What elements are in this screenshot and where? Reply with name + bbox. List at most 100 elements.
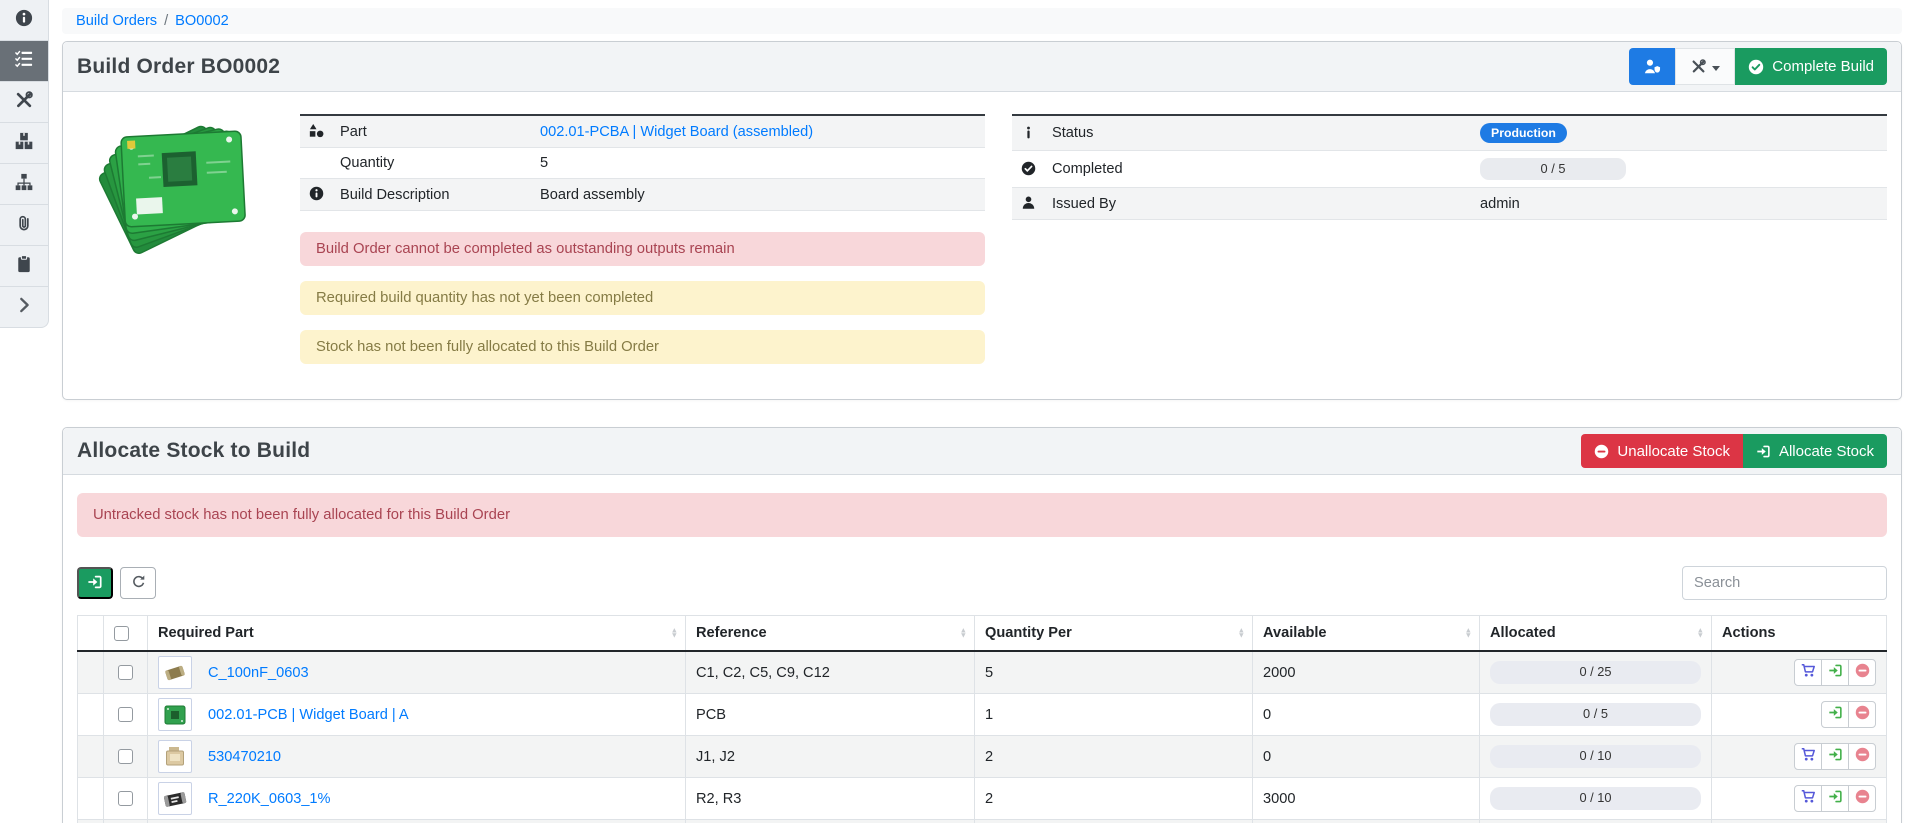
column-label: Reference bbox=[696, 625, 767, 641]
paperclip-icon bbox=[15, 214, 33, 237]
table-row: R_10R_0402_1%R1, R4200 / 10 bbox=[78, 820, 1887, 823]
sidebar-item-allocate-stock[interactable] bbox=[0, 41, 49, 82]
sidebar-item-pending-items[interactable] bbox=[0, 82, 49, 123]
info-circle-icon bbox=[309, 187, 324, 203]
buy-stock-button[interactable] bbox=[1794, 785, 1822, 812]
breadcrumb-link[interactable]: BO0002 bbox=[175, 13, 229, 29]
remove-line-button[interactable] bbox=[1848, 659, 1876, 686]
row-index-header bbox=[78, 616, 104, 652]
sidebar-expand-button[interactable] bbox=[0, 287, 49, 328]
row-index-cell bbox=[78, 651, 104, 694]
pcb-thumb bbox=[158, 698, 192, 731]
allocated-progress: 0 / 10 bbox=[1490, 787, 1701, 809]
allocate-section-title: Allocate Stock to Build bbox=[77, 439, 310, 463]
allocate-panel-header: Allocate Stock to Build Unallocate Stock… bbox=[63, 428, 1901, 475]
column-header-quantity-per[interactable]: Quantity Per ▲▼ bbox=[975, 616, 1253, 652]
part-link[interactable]: R_220K_0603_1% bbox=[208, 791, 331, 807]
detail-row-part: Part 002.01-PCBA | Widget Board (assemble… bbox=[300, 115, 985, 148]
minus-circle-icon bbox=[1855, 747, 1870, 766]
allocate-stock-row-button[interactable] bbox=[1821, 659, 1849, 686]
sign-in-icon bbox=[1828, 705, 1843, 724]
required-parts-table: Required Part▲▼Reference▲▼ Quantity Per ▲▼… bbox=[77, 615, 1887, 823]
available-cell: 3000 bbox=[1253, 778, 1480, 820]
remove-line-button[interactable] bbox=[1848, 701, 1876, 728]
build-order-panel: Build Order BO0002 Complete Build Part 00… bbox=[62, 41, 1902, 400]
quantity-per-cell: 2 bbox=[975, 778, 1253, 820]
header-actions: Complete Build bbox=[1629, 48, 1887, 85]
sidebar-item-notes[interactable] bbox=[0, 246, 49, 287]
warning-alert: Required build quantity has not yet been… bbox=[300, 281, 985, 315]
allocate-stock-row-button[interactable] bbox=[1821, 743, 1849, 770]
sidebar-item-details[interactable] bbox=[0, 0, 49, 41]
build-actions-menu-button[interactable] bbox=[1675, 48, 1735, 85]
available-cell: 0 bbox=[1253, 694, 1480, 736]
allocated-cell: 0 / 25 bbox=[1480, 651, 1712, 694]
sign-in-icon bbox=[1756, 444, 1771, 459]
column-header-reference[interactable]: Reference▲▼ bbox=[686, 616, 975, 652]
refresh-table-button[interactable] bbox=[120, 567, 156, 599]
column-header-allocated[interactable]: Allocated▲▼ bbox=[1480, 616, 1712, 652]
column-label: Quantity Per bbox=[985, 625, 1072, 641]
detail-row-build-description: Build DescriptionBoard assembly bbox=[300, 179, 985, 211]
breadcrumb: Build Orders / BO0002 bbox=[62, 8, 1902, 34]
part-link[interactable]: 002.01-PCB | Widget Board | A bbox=[208, 707, 409, 723]
row-checkbox[interactable] bbox=[118, 791, 133, 806]
breadcrumb-link[interactable]: Build Orders bbox=[76, 13, 157, 29]
part-link[interactable]: 530470210 bbox=[208, 749, 281, 765]
column-header-required-part[interactable]: Required Part▲▼ bbox=[148, 616, 686, 652]
quantity-per-cell: 2 bbox=[975, 736, 1253, 778]
row-checkbox[interactable] bbox=[118, 707, 133, 722]
build-details-left: Part 002.01-PCBA | Widget Board (assemble… bbox=[77, 114, 985, 379]
detail-value: Board assembly bbox=[540, 187, 645, 203]
row-checkbox[interactable] bbox=[118, 665, 133, 680]
page: Build Orders / BO0002 Build Order BO0002 C… bbox=[0, 0, 1911, 823]
shopping-cart-icon bbox=[1801, 747, 1816, 766]
sidebar-item-child-builds[interactable] bbox=[0, 164, 49, 205]
complete-build-button[interactable]: Complete Build bbox=[1735, 48, 1887, 85]
row-checkbox[interactable] bbox=[118, 749, 133, 764]
complete-build-label: Complete Build bbox=[1772, 58, 1874, 75]
shopping-cart-icon bbox=[1801, 789, 1816, 808]
row-select-cell bbox=[104, 778, 148, 820]
table-row: 530470210J1, J2200 / 10 bbox=[78, 736, 1887, 778]
allocate-stock-button[interactable]: Allocate Stock bbox=[1743, 434, 1887, 468]
buy-stock-button[interactable] bbox=[1794, 659, 1822, 686]
user-icon bbox=[1021, 196, 1036, 212]
detail-label: Quantity bbox=[332, 148, 532, 179]
unallocate-stock-button[interactable]: Unallocate Stock bbox=[1581, 434, 1743, 468]
allocate-stock-row-button[interactable] bbox=[1821, 701, 1849, 728]
quantity-per-cell: 1 bbox=[975, 694, 1253, 736]
breadcrumb-separator: / bbox=[164, 13, 168, 29]
remove-line-button[interactable] bbox=[1848, 785, 1876, 812]
auto-allocate-button[interactable] bbox=[77, 567, 113, 599]
minus-circle-icon bbox=[1855, 663, 1870, 682]
buy-stock-button[interactable] bbox=[1794, 743, 1822, 770]
sort-icon: ▲▼ bbox=[1238, 628, 1245, 637]
sitemap-icon bbox=[15, 173, 33, 196]
select-all-checkbox[interactable] bbox=[114, 626, 129, 641]
allocated-cell: 0 / 10 bbox=[1480, 736, 1712, 778]
row-select-cell bbox=[104, 694, 148, 736]
admin-view-button[interactable] bbox=[1629, 48, 1675, 85]
available-cell: 0 bbox=[1253, 820, 1480, 823]
detail-label: Part bbox=[332, 115, 532, 148]
danger-alert: Build Order cannot be completed as outst… bbox=[300, 232, 985, 266]
build-order-panel-header: Build Order BO0002 Complete Build bbox=[63, 42, 1901, 92]
allocated-progress: 0 / 25 bbox=[1490, 661, 1701, 683]
part-link[interactable]: 002.01-PCBA | Widget Board (assembled) bbox=[540, 124, 813, 140]
detail-label: Issued By bbox=[1044, 188, 1472, 220]
part-link[interactable]: C_100nF_0603 bbox=[208, 665, 309, 681]
allocate-stock-row-button[interactable] bbox=[1821, 785, 1849, 812]
sidebar-item-completed-outputs[interactable] bbox=[0, 123, 49, 164]
detail-label: Completed bbox=[1044, 151, 1472, 188]
required-part-cell: R_10R_0402_1% bbox=[148, 820, 686, 823]
completed-progress: 0 / 5 bbox=[1480, 158, 1626, 180]
sidebar-item-attachments[interactable] bbox=[0, 205, 49, 246]
allocate-stock-label: Allocate Stock bbox=[1779, 443, 1874, 460]
status-badge: Production bbox=[1480, 123, 1567, 143]
remove-line-button[interactable] bbox=[1848, 743, 1876, 770]
search-input[interactable] bbox=[1682, 566, 1887, 600]
column-header-available[interactable]: Available▲▼ bbox=[1253, 616, 1480, 652]
row-index-cell bbox=[78, 736, 104, 778]
allocate-stock-panel: Allocate Stock to Build Unallocate Stock… bbox=[62, 427, 1902, 823]
